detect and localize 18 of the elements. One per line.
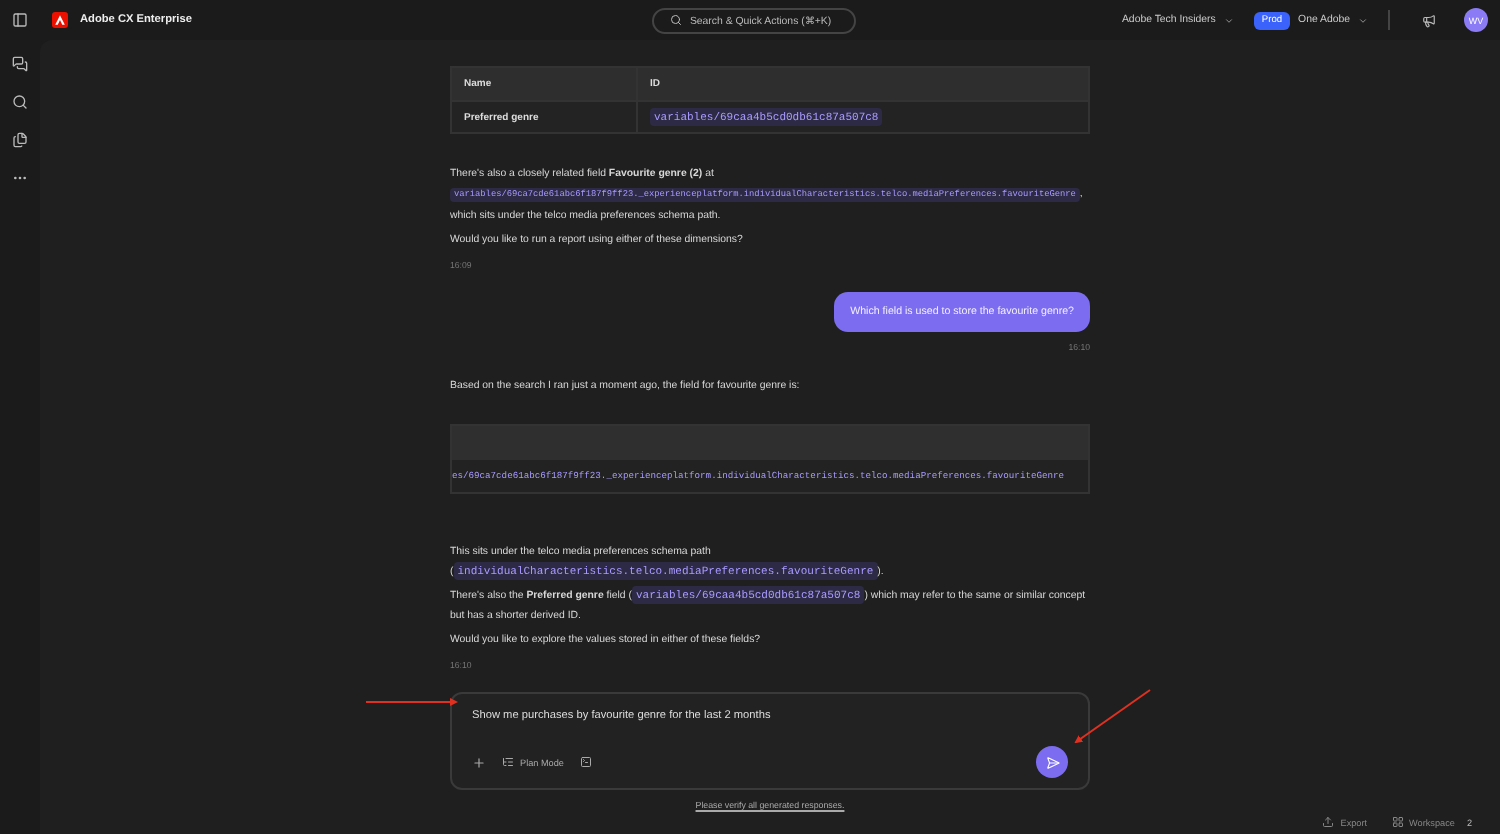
list-icon <box>502 756 514 768</box>
chevron-icon <box>1223 15 1234 25</box>
app-logo-icon <box>52 12 68 28</box>
annotation-arrow <box>365 698 458 706</box>
send-button[interactable] <box>1036 746 1068 778</box>
upload-icon <box>1322 816 1335 828</box>
search-icon[interactable] <box>12 94 28 110</box>
files-icon[interactable] <box>12 132 28 148</box>
sidebar-toggle-icon[interactable] <box>12 12 28 28</box>
add-icon[interactable] <box>472 755 486 769</box>
grid-icon <box>1391 816 1404 828</box>
terminal-icon[interactable] <box>579 756 592 768</box>
chat-icon[interactable] <box>12 56 28 72</box>
chevron-icon <box>1358 15 1368 25</box>
megaphone-icon[interactable] <box>1422 13 1436 27</box>
annotation-arrow <box>1074 689 1151 744</box>
send-icon <box>1045 755 1059 769</box>
search-icon <box>669 14 682 26</box>
